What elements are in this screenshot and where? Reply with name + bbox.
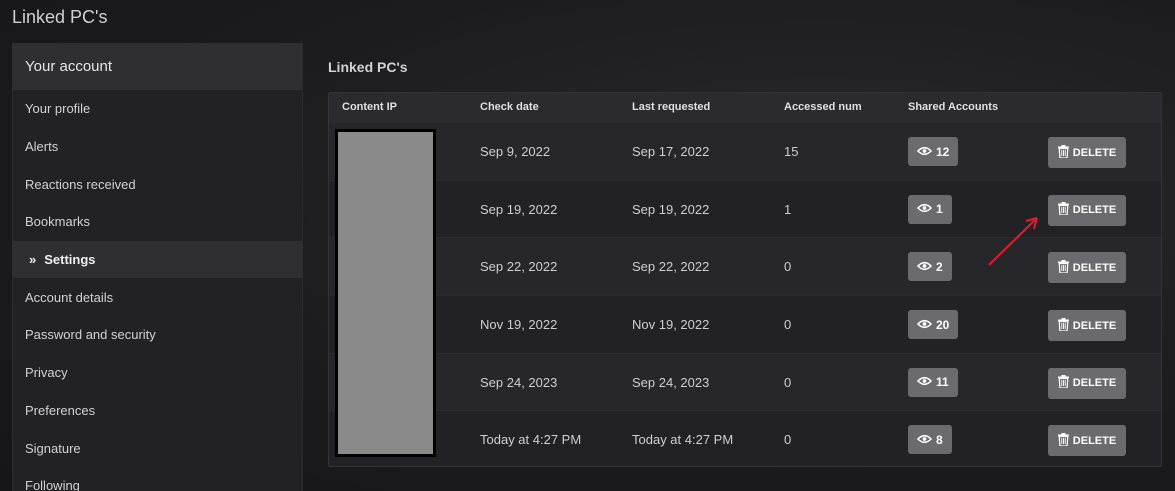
content-title: Linked PC's (328, 59, 408, 75)
sidebar-item-label: Following (25, 478, 80, 491)
shared-count: 2 (936, 259, 943, 274)
sidebar-item-following[interactable]: Following (13, 467, 302, 491)
column-header-accessed-num: Accessed num (784, 101, 862, 113)
trash-icon (1057, 375, 1069, 391)
page-title: Linked PC's (12, 7, 108, 27)
last-requested: Sep 24, 2023 (632, 374, 710, 390)
delete-label: DELETE (1072, 146, 1117, 159)
check-date: Today at 4:27 PM (480, 432, 582, 448)
sidebar-item-label: Settings (44, 252, 96, 268)
shared-accounts-button[interactable]: 1 (908, 194, 952, 224)
delete-button[interactable]: DELETE (1048, 425, 1126, 457)
eye-icon (916, 318, 933, 332)
column-header-last-requested: Last requested (632, 101, 711, 113)
account-sidebar: Your account Your profile Alerts Reactio… (12, 43, 303, 491)
accessed-num: 0 (784, 259, 792, 275)
table-header: Content IP Check date Last requested Acc… (329, 93, 1161, 122)
last-requested: Today at 4:27 PM (632, 432, 734, 448)
shared-count: 12 (936, 144, 950, 159)
accessed-num: 15 (784, 144, 799, 159)
delete-button[interactable]: DELETE (1048, 194, 1126, 226)
table-row: Today at 4:27 PM Today at 4:27 PM 0 8 DE… (329, 410, 1161, 468)
last-requested: Sep 19, 2022 (632, 201, 710, 217)
shared-accounts-button[interactable]: 2 (908, 252, 952, 282)
delete-label: DELETE (1072, 377, 1117, 390)
table-row: Nov 19, 2022 Nov 19, 2022 0 20 DELETE (329, 295, 1161, 353)
chevron-double-right-icon: » (29, 252, 37, 268)
check-date: Nov 19, 2022 (480, 317, 558, 333)
sidebar-item-preferences[interactable]: Preferences (13, 392, 302, 430)
eye-icon (916, 260, 933, 274)
shared-count: 11 (936, 375, 949, 390)
shared-accounts-button[interactable]: 8 (908, 425, 952, 455)
check-date: Sep 9, 2022 (480, 144, 551, 159)
linked-pcs-table: Content IP Check date Last requested Acc… (328, 92, 1162, 467)
eye-icon (916, 433, 933, 447)
trash-icon (1057, 144, 1069, 161)
shared-accounts-button[interactable]: 20 (908, 310, 959, 340)
eye-icon (916, 375, 933, 389)
check-date: Sep 19, 2022 (480, 201, 558, 217)
accessed-num: 0 (784, 317, 792, 333)
sidebar-item-signature[interactable]: Signature (13, 429, 302, 467)
sidebar-header: Your account (13, 44, 302, 90)
accessed-num: 0 (784, 374, 792, 390)
sidebar-item-privacy[interactable]: Privacy (13, 354, 302, 392)
last-requested: Nov 19, 2022 (632, 317, 710, 333)
last-requested: Sep 17, 2022 (632, 144, 710, 159)
delete-button[interactable]: DELETE (1048, 252, 1126, 284)
shared-accounts-button[interactable]: 11 (908, 367, 958, 397)
column-header-check-date: Check date (480, 101, 539, 113)
sidebar-item-alerts[interactable]: Alerts (13, 128, 302, 166)
delete-button[interactable]: DELETE (1048, 367, 1126, 399)
accessed-num: 0 (784, 432, 792, 448)
sidebar-item-label: Reactions received (25, 176, 136, 192)
trash-icon (1057, 432, 1069, 449)
sidebar-item-label: Privacy (25, 365, 68, 381)
trash-icon (1057, 259, 1069, 276)
delete-label: DELETE (1072, 319, 1117, 332)
check-date: Sep 24, 2023 (480, 374, 558, 390)
delete-label: DELETE (1072, 434, 1117, 447)
shared-accounts-button[interactable]: 12 (908, 137, 959, 166)
redacted-ip-column (335, 129, 436, 457)
sidebar-item-label: Password and security (25, 327, 156, 343)
shared-count: 1 (936, 202, 943, 217)
accessed-num: 1 (784, 201, 792, 217)
shared-count: 20 (936, 317, 950, 332)
sidebar-item-label: Bookmarks (25, 214, 91, 230)
redaction-fill (338, 132, 433, 454)
column-header-shared-accounts: Shared Accounts (908, 101, 999, 113)
sidebar-item-settings[interactable]: » Settings (13, 240, 302, 279)
eye-icon (916, 145, 933, 159)
delete-button[interactable]: DELETE (1048, 137, 1126, 168)
sidebar-item-label: Signature (25, 440, 81, 456)
shared-count: 8 (936, 432, 943, 447)
sidebar-item-reactions-received[interactable]: Reactions received (13, 165, 302, 203)
check-date: Sep 22, 2022 (480, 259, 558, 275)
delete-label: DELETE (1072, 204, 1117, 217)
sidebar-item-label: Your profile (25, 101, 91, 117)
delete-label: DELETE (1072, 261, 1117, 274)
delete-button[interactable]: DELETE (1048, 310, 1126, 342)
eye-icon (916, 202, 933, 216)
table-body: Sep 9, 2022 Sep 17, 2022 15 12 DELETE Se… (329, 122, 1161, 468)
sidebar-item-account-details[interactable]: Account details (13, 278, 302, 316)
annotation-arrow-icon (988, 217, 1038, 266)
last-requested: Sep 22, 2022 (632, 259, 710, 275)
table-row: Sep 9, 2022 Sep 17, 2022 15 12 DELETE (329, 122, 1161, 180)
sidebar-item-password-security[interactable]: Password and security (13, 316, 302, 354)
sidebar-item-your-profile[interactable]: Your profile (13, 90, 302, 128)
column-header-content-ip: Content IP (342, 101, 397, 113)
trash-icon (1057, 317, 1069, 334)
trash-icon (1057, 202, 1069, 218)
table-row: Sep 24, 2023 Sep 24, 2023 0 11 DELETE (329, 352, 1161, 411)
sidebar-item-label: Preferences (25, 402, 96, 418)
sidebar-item-label: Alerts (25, 139, 59, 155)
sidebar-item-bookmarks[interactable]: Bookmarks (13, 203, 302, 241)
sidebar-item-label: Account details (25, 289, 114, 305)
